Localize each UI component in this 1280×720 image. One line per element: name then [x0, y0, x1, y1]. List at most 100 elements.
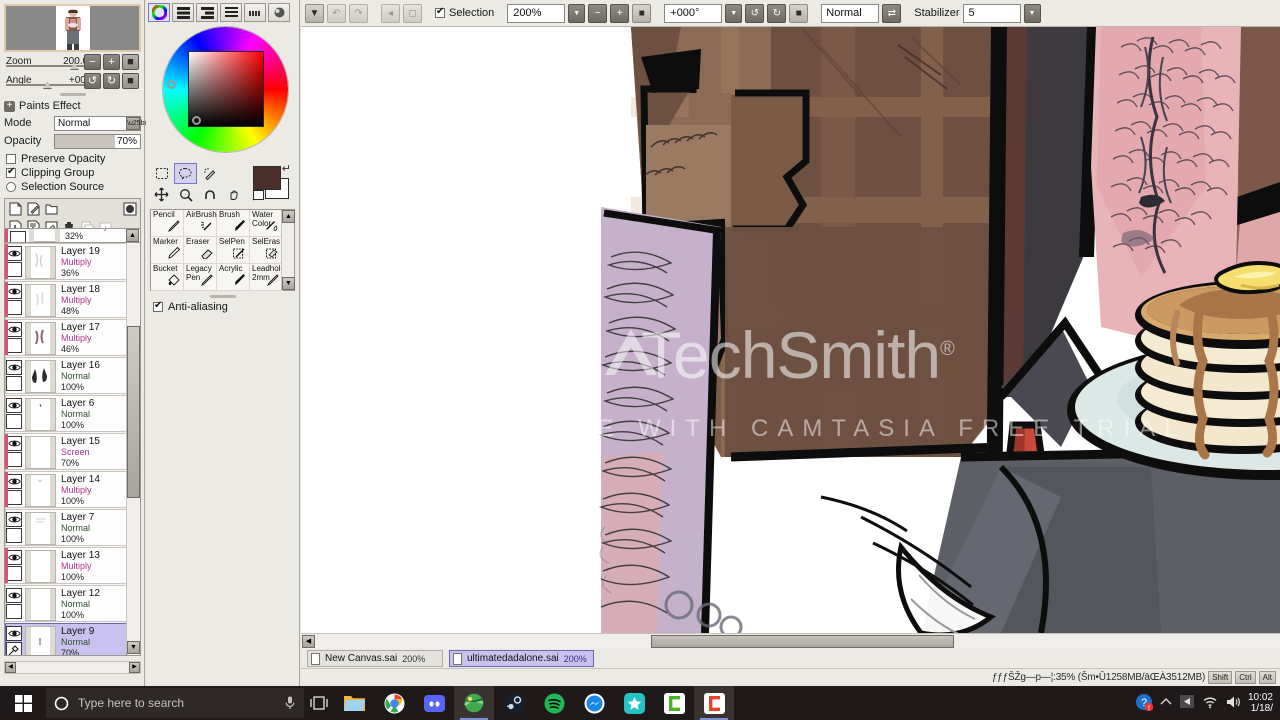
brush-palette-scrollbar[interactable]: ▲ ▼ — [281, 210, 295, 290]
document-tab[interactable]: ultimatedadalone.sai 200% — [449, 650, 594, 667]
layer-visibility-icon[interactable] — [6, 588, 22, 603]
gradient-icon[interactable] — [220, 3, 242, 22]
swap-colors-icon[interactable]: ↵ — [282, 162, 291, 175]
layer-row[interactable]: Layer 7 Normal 100% — [5, 509, 127, 546]
taskbar-clock[interactable]: 10:02 1/18/ — [1248, 692, 1273, 714]
taskbar-app-messenger[interactable] — [574, 686, 614, 720]
canvas-hscroll-thumb[interactable] — [651, 635, 954, 648]
navigator-preview[interactable] — [4, 4, 141, 52]
layer-row[interactable]: Layer 6 Normal 100% — [5, 395, 127, 432]
layer-thumbnail[interactable] — [25, 246, 56, 279]
selection-checkbox[interactable] — [435, 6, 445, 18]
canvas-scroll-left-button[interactable]: ◀ — [302, 635, 315, 648]
rotate-right-button[interactable]: ↻ — [767, 3, 787, 23]
layer-thumbnail[interactable] — [25, 322, 56, 355]
saturation-value-box[interactable] — [187, 51, 264, 127]
layer-mask-slot[interactable] — [6, 414, 22, 429]
onedrive-icon[interactable] — [1179, 694, 1195, 712]
layers-hscroll-left[interactable]: ◀ — [5, 662, 16, 673]
layer-mask-slot[interactable] — [6, 300, 22, 315]
speaker-icon[interactable] — [1225, 695, 1241, 712]
brush-tool-leadhold-2mm[interactable]: Leadhold 2mm — [250, 264, 285, 291]
rotate-left-button[interactable]: ↺ — [84, 73, 101, 89]
rect-select-icon[interactable] — [150, 163, 173, 184]
anti-aliasing-row[interactable]: Anti-aliasing — [146, 300, 299, 314]
scratchpad-icon[interactable] — [268, 3, 290, 22]
taskbar-app-browser[interactable] — [454, 686, 494, 720]
chevron-down-icon[interactable]: \u25bc — [126, 116, 148, 130]
selection-toggle[interactable]: Selection — [435, 6, 494, 19]
layer-mask-slot[interactable] — [6, 604, 22, 619]
taskbar-app-painttool-sai[interactable] — [694, 686, 734, 720]
selection-source-radio[interactable] — [6, 182, 16, 192]
hand-icon[interactable] — [222, 184, 245, 205]
stabilizer-field[interactable]: 5 — [962, 3, 1021, 23]
rgb-sliders-icon[interactable] — [172, 3, 194, 22]
layers-hscroll-right[interactable]: ▶ — [129, 662, 140, 673]
brush-tool-marker[interactable]: Marker — [151, 237, 184, 264]
layer-row[interactable]: Layer 14 Multiply 100% — [5, 471, 127, 508]
navigator-zoom-row[interactable]: Zoom 200.0% − + ■ — [4, 54, 141, 71]
taskbar-app-spotify[interactable] — [534, 686, 574, 720]
layer-visibility-icon[interactable] — [6, 322, 22, 337]
paints-effect-header[interactable]: + Paints Effect — [0, 98, 145, 114]
mini-color-swatch[interactable] — [253, 190, 264, 200]
layer-thumbnail[interactable] — [25, 360, 56, 393]
taskbar-app-camtasia[interactable] — [654, 686, 694, 720]
flip-horizontal-icon[interactable]: ◂ — [381, 3, 400, 23]
color-swatches[interactable]: ↵ — [253, 163, 291, 200]
task-view-icon[interactable] — [304, 686, 334, 720]
layer-thumbnail[interactable] — [25, 512, 56, 545]
navigator-angle-row[interactable]: Angle +0008 ↺ ↻ ■ — [4, 73, 141, 90]
zoom-reset-button[interactable]: ■ — [122, 54, 139, 70]
layers-scrollbar[interactable]: ▼ — [126, 244, 140, 654]
layer-active-pen-icon[interactable] — [6, 642, 22, 655]
layer-thumbnail[interactable] — [25, 626, 56, 655]
microphone-icon[interactable] — [284, 695, 296, 711]
panel-resize-grip[interactable] — [59, 93, 86, 96]
layers-scroll-down-button[interactable]: ▼ — [127, 641, 140, 654]
sv-marker[interactable] — [191, 116, 201, 125]
rotate-reset-button[interactable]: ■ — [122, 73, 139, 89]
help-circle-icon[interactable]: ?! — [1135, 693, 1154, 714]
color-wheel-icon[interactable] — [148, 3, 170, 22]
swatches-icon[interactable] — [244, 3, 266, 22]
flip-vertical-icon[interactable]: ◻ — [403, 3, 422, 23]
layer-thumbnail[interactable] — [25, 398, 56, 431]
redo-icon[interactable]: ↷ — [349, 3, 368, 23]
layer-visibility-icon[interactable] — [6, 512, 22, 527]
document-tab[interactable]: New Canvas.sai 200% — [307, 650, 443, 667]
brush-tool-legacy-pen[interactable]: Legacy Pen — [184, 264, 217, 291]
layer-thumbnail[interactable] — [25, 436, 56, 469]
blank-tool-1[interactable] — [222, 163, 245, 184]
canvas-viewport[interactable]: TechSmith® MADE WITH CAMTASIA FREE TRIAL — [301, 27, 1280, 633]
artwork-canvas[interactable] — [301, 27, 1280, 633]
zoom-icon[interactable] — [174, 184, 197, 205]
layer-mask-slot[interactable] — [6, 566, 22, 581]
layers-scrollbar-thumb[interactable] — [127, 326, 140, 498]
taskbar-app-star-app[interactable] — [614, 686, 654, 720]
rotate-left-button[interactable]: ↺ — [745, 3, 765, 23]
layer-row[interactable]: Layer 18 Multiply 48% — [5, 281, 127, 318]
layer-row-partial[interactable]: Luminosity 32% ▲ — [4, 228, 141, 242]
show-hidden-icons-icon[interactable] — [1160, 697, 1172, 710]
windows-start-icon[interactable] — [0, 686, 46, 720]
preserve-opacity-checkbox[interactable] — [6, 154, 16, 164]
layer-mask-slot[interactable] — [6, 376, 22, 391]
brush-tool-water-color[interactable]: Water Color — [250, 210, 283, 237]
canvas-horizontal-scrollbar[interactable]: ◀ — [301, 633, 1280, 649]
move-icon[interactable] — [150, 184, 173, 205]
layer-row[interactable]: Layer 19 Multiply 36% — [5, 243, 127, 280]
new-layer-icon[interactable] — [7, 201, 23, 217]
zoom-in-button[interactable]: + — [103, 54, 120, 70]
new-linework-layer-icon[interactable] — [25, 201, 41, 217]
stabilizer-dropdown-icon[interactable]: ▼ — [1023, 3, 1041, 23]
brush-tool-bucket[interactable]: Bucket — [151, 264, 184, 291]
brush-palette[interactable]: Pencil AirBrush Brush Water Color Marker Eras… — [150, 209, 295, 291]
angle-dropdown-icon[interactable]: ▼ — [725, 3, 743, 23]
view-mode-field[interactable]: Normal — [821, 3, 880, 23]
opacity-slider[interactable]: 70% — [54, 133, 141, 149]
layer-visibility-icon[interactable] — [6, 474, 22, 489]
taskbar-app-google-chrome[interactable] — [374, 686, 414, 720]
zoom-out-button[interactable]: − — [84, 54, 101, 70]
